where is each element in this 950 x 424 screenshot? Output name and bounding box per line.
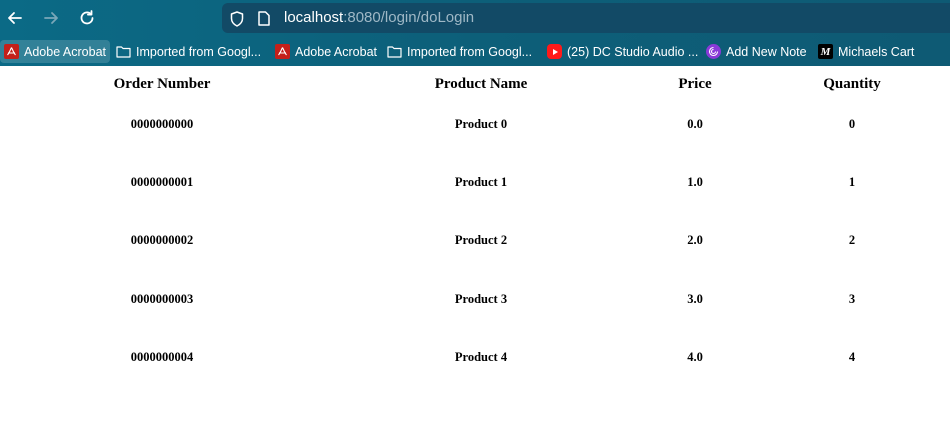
pdf-icon [275, 44, 290, 59]
bookmark-add-new-note[interactable]: Add New Note [702, 40, 811, 63]
m-icon: M [818, 44, 833, 59]
bookmark-dc-studio-audio[interactable]: (25) DC Studio Audio ... [543, 40, 702, 63]
product-name-cell: Product 0 [454, 117, 508, 131]
bookmark-imported-google-2[interactable]: Imported from Googl... [383, 40, 536, 63]
quantity-cell: 0 [848, 117, 856, 131]
bookmark-label: (25) DC Studio Audio ... [567, 44, 699, 59]
price-cell: 0.0 [687, 117, 703, 131]
youtube-icon [547, 44, 562, 59]
back-button[interactable] [3, 6, 27, 30]
bookmark-label: Imported from Googl... [136, 44, 262, 59]
page-icon[interactable] [258, 11, 270, 26]
note-icon [706, 44, 721, 59]
header-price: Price [678, 76, 712, 92]
forward-button[interactable] [39, 6, 63, 30]
reload-icon [80, 10, 94, 25]
url-path: :8080/login/doLogin [343, 9, 475, 26]
order-number-cell: 0000000001 [130, 175, 194, 189]
arrow-left-icon [8, 12, 22, 24]
shield-icon[interactable] [230, 11, 244, 27]
bookmark-label: Adobe Acrobat [295, 44, 378, 59]
price-cell: 2.0 [687, 233, 703, 247]
header-order-number: Order Number [113, 76, 211, 92]
quantity-cell: 4 [848, 350, 856, 364]
orders-table: Order Number Product Name Price Quantity… [0, 66, 950, 424]
quantity-cell: 2 [848, 233, 856, 247]
folder-icon [116, 44, 131, 59]
price-cell: 3.0 [687, 292, 703, 306]
header-product-name: Product Name [434, 76, 528, 92]
quantity-cell: 1 [848, 175, 856, 189]
bookmark-label: Add New Note [726, 44, 807, 59]
bookmarks-bar: Adobe Acrobat Imported from Googl... Ado… [0, 38, 950, 65]
bookmark-adobe-acrobat-2[interactable]: Adobe Acrobat [271, 40, 381, 63]
bookmark-label: Michaels Cart [838, 44, 915, 59]
price-cell: 4.0 [687, 350, 703, 364]
product-name-cell: Product 1 [454, 175, 508, 189]
browser-toolbar: localhost:8080/login/doLogin [0, 0, 950, 36]
product-name-cell: Product 4 [454, 350, 508, 364]
url-host: localhost [284, 9, 344, 26]
arrow-right-icon [44, 12, 58, 24]
folder-icon [387, 44, 402, 59]
product-name-cell: Product 2 [454, 233, 508, 247]
reload-button[interactable] [75, 6, 99, 30]
order-number-cell: 0000000002 [130, 233, 194, 247]
product-name-cell: Product 3 [454, 292, 508, 306]
bookmark-adobe-acrobat-1[interactable]: Adobe Acrobat [0, 40, 111, 63]
header-quantity: Quantity [823, 76, 881, 92]
order-number-cell: 0000000003 [130, 292, 194, 306]
bookmark-michaels-cart[interactable]: M Michaels Cart [814, 40, 918, 63]
bookmark-imported-google-1[interactable]: Imported from Googl... [112, 40, 265, 63]
browser-chrome: localhost:8080/login/doLogin Adobe Acrob… [0, 0, 950, 66]
url-text[interactable]: localhost:8080/login/doLogin [284, 9, 474, 26]
pdf-icon [4, 44, 19, 59]
bookmark-label: Imported from Googl... [407, 44, 533, 59]
price-cell: 1.0 [687, 175, 703, 189]
order-number-cell: 0000000004 [130, 350, 194, 364]
order-number-cell: 0000000000 [130, 117, 194, 131]
address-bar[interactable]: localhost:8080/login/doLogin [222, 3, 950, 33]
quantity-cell: 3 [848, 292, 856, 306]
bookmark-label: Adobe Acrobat [24, 44, 107, 59]
